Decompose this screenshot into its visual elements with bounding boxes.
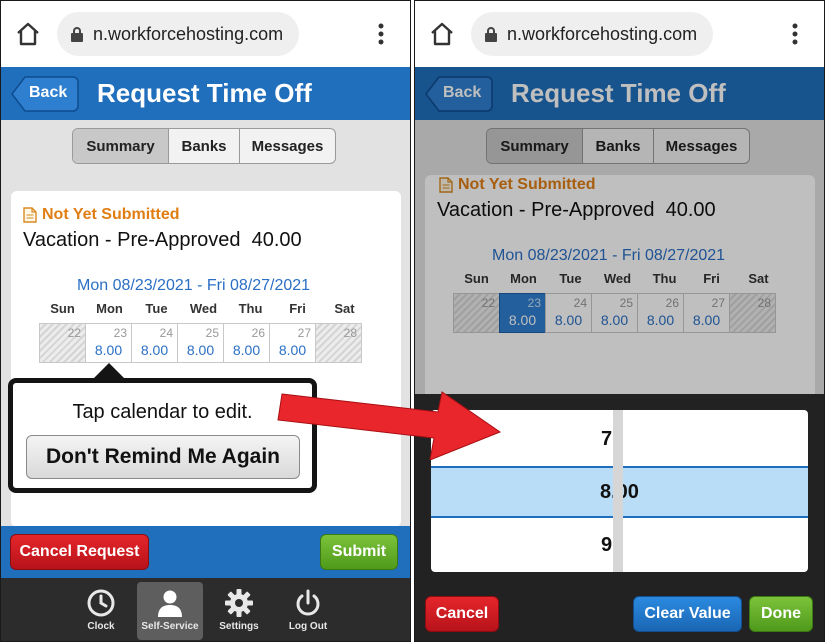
nav-item-log-out[interactable]: Log Out <box>275 582 341 640</box>
tooltip-text: Tap calendar to edit. <box>72 401 253 423</box>
nav-label: Self-Service <box>141 621 199 632</box>
cancel-request-button[interactable]: Cancel Request <box>10 534 149 570</box>
calendar-day-cell[interactable]: 27 8.00 <box>269 323 316 363</box>
nav-item-self-service[interactable]: Self-Service <box>137 582 203 640</box>
status-line: Not Yet Submitted <box>23 206 180 224</box>
day-number: 24 <box>159 326 173 340</box>
nav-item-settings[interactable]: Settings <box>206 582 272 640</box>
submit-button[interactable]: Submit <box>320 534 398 570</box>
action-bar: Cancel Request Submit <box>1 526 410 578</box>
day-number: 22 <box>67 326 81 340</box>
calendar-day-cell[interactable]: 23 8.00 <box>85 323 132 363</box>
weekday-label: Wed <box>189 301 218 316</box>
day-hours: 8.00 <box>94 342 123 358</box>
weekday-label: Sun <box>50 301 75 316</box>
document-icon <box>23 207 37 223</box>
nav-item-clock[interactable]: Clock <box>68 582 134 640</box>
nav-label: Settings <box>219 621 259 632</box>
weekday-header: Sun Mon Tue Wed Thu Fri Sat <box>39 301 368 319</box>
tabs-area: Summary Banks Messages <box>1 120 410 176</box>
url-text: n.workforcehosting.com <box>93 23 284 44</box>
power-icon <box>296 589 320 616</box>
week-row: 22 23 8.00 24 8.00 25 8.00 26 8.00 27 8.00 28 <box>39 323 368 363</box>
clear-value-button[interactable]: Clear Value <box>633 596 742 632</box>
clock-icon <box>87 589 115 617</box>
day-hours: 8.00 <box>278 342 307 358</box>
address-bar[interactable]: n.workforcehosting.com <box>471 12 713 56</box>
home-icon[interactable] <box>15 21 41 47</box>
home-icon[interactable] <box>429 21 455 47</box>
calendar-day-cell[interactable]: 26 8.00 <box>223 323 270 363</box>
day-number: 28 <box>343 326 357 340</box>
calendar-day-cell[interactable]: 22 <box>39 323 86 363</box>
week-calendar[interactable]: Sun Mon Tue Wed Thu Fri Sat 22 23 8.00 24… <box>39 301 368 363</box>
done-button[interactable]: Done <box>749 596 813 632</box>
day-number: 25 <box>205 326 219 340</box>
day-number: 26 <box>251 326 265 340</box>
browser-bar: n.workforcehosting.com <box>1 1 410 67</box>
day-hours: 8.00 <box>186 342 215 358</box>
lock-icon <box>71 26 83 42</box>
lock-icon <box>485 26 497 42</box>
tab-banks[interactable]: Banks <box>169 129 240 163</box>
calendar-day-cell[interactable]: 25 8.00 <box>177 323 224 363</box>
bottom-nav: Clock Self-Service Settings Log Out <box>1 578 410 641</box>
picker-column-divider <box>613 410 623 572</box>
page-title: Request Time Off <box>97 78 312 108</box>
date-range: Mon 08/23/2021 - Fri 08/27/2021 <box>77 277 311 294</box>
day-hours: 8.00 <box>140 342 169 358</box>
request-type: Vacation - Pre-Approved 40.00 <box>23 229 302 251</box>
calendar-day-cell[interactable]: 24 8.00 <box>131 323 178 363</box>
tab-summary[interactable]: Summary <box>73 129 169 163</box>
weekday-label: Mon <box>96 301 123 316</box>
app-header: Back Request Time Off <box>1 67 410 120</box>
weekday-label: Sat <box>334 301 355 316</box>
weekday-label: Fri <box>289 301 306 316</box>
browser-bar: n.workforcehosting.com <box>415 1 824 67</box>
day-number: 23 <box>113 326 127 340</box>
picker-value: 7 <box>601 428 613 450</box>
calendar-day-cell[interactable]: 28 <box>315 323 362 363</box>
nav-label: Log Out <box>288 621 328 632</box>
weekday-label: Tue <box>145 301 168 316</box>
picker-cancel-button[interactable]: Cancel <box>425 596 499 632</box>
back-button[interactable]: Back <box>11 76 79 112</box>
tab-group: Summary Banks Messages <box>72 128 336 164</box>
red-arrow-icon <box>277 391 502 460</box>
back-label: Back <box>29 84 68 101</box>
url-text: n.workforcehosting.com <box>507 23 698 44</box>
nav-label: Clock <box>87 621 115 632</box>
day-number: 27 <box>297 326 311 340</box>
gear-icon <box>225 589 253 617</box>
weekday-label: Thu <box>238 301 263 316</box>
status-label: Not Yet Submitted <box>42 206 180 223</box>
picker-value: 9 <box>601 534 613 556</box>
address-bar[interactable]: n.workforcehosting.com <box>57 12 299 56</box>
phone-screen-right: n.workforcehosting.com Back Request Time… <box>414 0 825 642</box>
person-icon <box>158 590 182 617</box>
more-menu-icon[interactable] <box>792 23 798 45</box>
more-menu-icon[interactable] <box>378 23 384 45</box>
day-hours: 8.00 <box>232 342 261 358</box>
phone-screen-left: n.workforcehosting.com Back Request Time… <box>0 0 411 642</box>
dont-remind-button[interactable]: Don't Remind Me Again <box>26 435 300 479</box>
screenshot-stage: n.workforcehosting.com Back Request Time… <box>0 0 825 642</box>
tab-messages[interactable]: Messages <box>240 129 335 163</box>
